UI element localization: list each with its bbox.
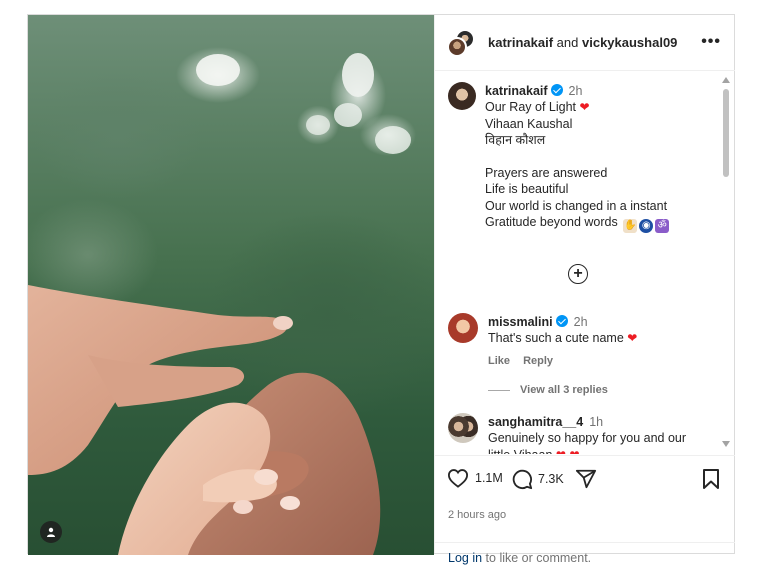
caption-line: Prayers are answered	[485, 166, 608, 181]
comment-body: missmalini 2h That's such a cute name ❤	[488, 314, 708, 347]
heart-emoji: ❤	[569, 448, 579, 454]
divider	[488, 389, 510, 391]
user-tag-icon[interactable]	[40, 521, 62, 543]
verified-icon	[555, 315, 568, 327]
header-user-link[interactable]: vickykaushal09	[582, 35, 677, 50]
heart-emoji: ❤	[579, 100, 590, 115]
comment-text: That's such a cute name	[488, 331, 624, 346]
evil-eye-emoji: ◉	[639, 219, 654, 234]
caption-line: Vihaan Kaushal	[485, 116, 573, 131]
om-emoji: ॐ	[655, 219, 670, 234]
heart-icon	[447, 469, 469, 488]
post-photo[interactable]	[28, 15, 434, 555]
avatar	[447, 37, 467, 57]
more-icon[interactable]: •••	[701, 33, 721, 51]
share-icon	[575, 469, 597, 489]
view-replies-label: View all 3 replies	[520, 384, 608, 396]
save-button[interactable]	[701, 468, 721, 490]
header-user-link[interactable]: katrinakaif	[488, 35, 553, 50]
caption-line: Life is beautiful	[485, 182, 569, 197]
comment-username[interactable]: missmalini	[488, 315, 553, 329]
comment-button[interactable]: 7.3K	[511, 468, 564, 490]
heart-emoji: ❤	[556, 448, 566, 454]
verified-icon	[550, 84, 563, 96]
add-circle-icon[interactable]: +	[568, 264, 588, 284]
bookmark-icon	[703, 469, 719, 489]
caption-line	[485, 149, 715, 165]
post-side-panel: katrinakaif and vickykaushal09 ••• katri…	[434, 15, 735, 565]
collab-avatars[interactable]	[447, 29, 475, 57]
like-button[interactable]: 1.1M	[447, 468, 503, 488]
comment-username[interactable]: sanghamitra__4	[488, 415, 583, 429]
login-link[interactable]: Log in	[448, 551, 482, 565]
view-replies-button[interactable]: View all 3 replies	[488, 384, 608, 396]
actions-bar: 1.1M 7.3K 2 hours ago Log in to like or …	[435, 455, 735, 565]
login-prompt: Log in to like or comment.	[435, 542, 735, 572]
collab-names: katrinakaif and vickykaushal09	[488, 35, 677, 50]
caption-line: Gratitude beyond words	[485, 215, 618, 230]
like-comment-button[interactable]: Like	[488, 355, 510, 367]
comment-actions: Like Reply	[488, 355, 563, 367]
comment-icon	[512, 469, 533, 490]
login-prompt-text: to like or comment.	[485, 551, 592, 565]
caption-time: 2h	[568, 84, 583, 98]
comment-time: 2h	[573, 315, 588, 329]
caption-username[interactable]: katrinakaif	[485, 84, 548, 98]
comments-scroll-area[interactable]: katrinakaif 2h Our Ray of Light ❤ Vihaan …	[435, 72, 735, 454]
posted-time: 2 hours ago	[448, 509, 507, 521]
header-joiner: and	[556, 35, 579, 50]
comment-time: 1h	[589, 415, 604, 429]
scroll-up-icon[interactable]	[722, 77, 730, 83]
likes-count: 1.1M	[475, 471, 503, 485]
caption-line: विहान कौशल	[485, 133, 546, 148]
avatar[interactable]	[448, 313, 478, 343]
comment-text: Genuinely so happy for you and our littl…	[488, 431, 687, 454]
pray-emoji: ✋	[623, 219, 638, 234]
hands-illustration	[28, 53, 411, 555]
scroll-down-icon[interactable]	[722, 441, 730, 447]
post-card: katrinakaif and vickykaushal09 ••• katri…	[27, 14, 735, 565]
comments-count: 7.3K	[538, 472, 564, 486]
comment-body: sanghamitra__4 1h Genuinely so happy for …	[488, 414, 708, 454]
post-header: katrinakaif and vickykaushal09 •••	[435, 15, 735, 71]
avatar[interactable]	[448, 413, 478, 443]
reply-button[interactable]: Reply	[523, 355, 553, 367]
heart-emoji: ❤	[627, 331, 638, 346]
caption: katrinakaif 2h Our Ray of Light ❤ Vihaan …	[485, 83, 715, 234]
share-button[interactable]	[575, 468, 597, 490]
avatar[interactable]	[448, 82, 476, 110]
scrollbar-thumb[interactable]	[723, 89, 729, 177]
caption-line: Our Ray of Light	[485, 100, 577, 115]
caption-line: Our world is changed in a instant	[485, 198, 668, 213]
